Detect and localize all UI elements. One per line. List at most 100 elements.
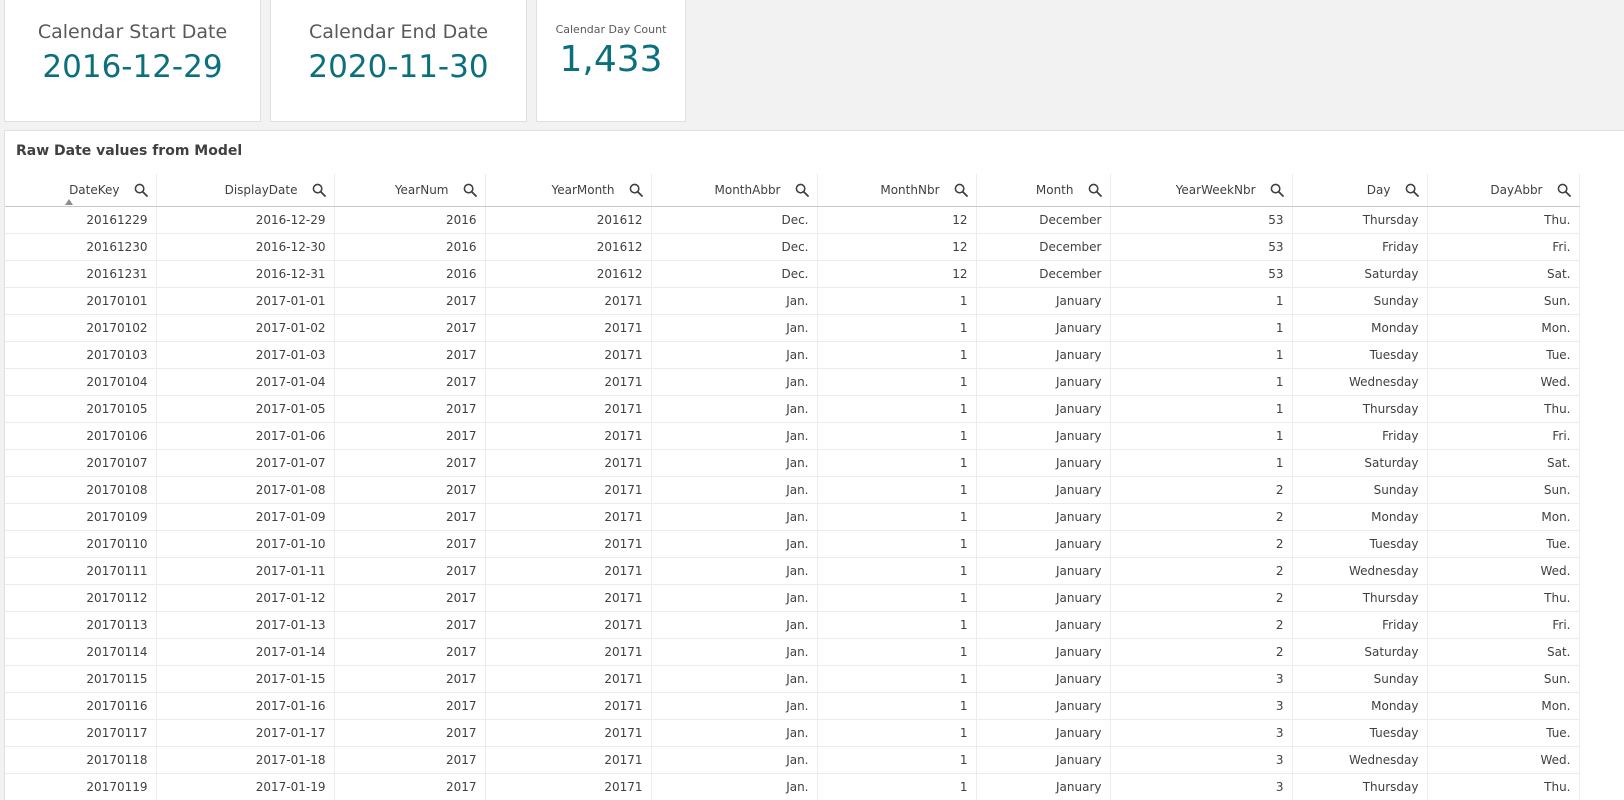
table-cell: Mon. xyxy=(1427,314,1580,342)
table-cell: 20170113 xyxy=(5,611,157,639)
column-header-datekey[interactable]: DateKey xyxy=(5,174,157,207)
table-cell: 2017-01-18 xyxy=(156,746,335,774)
table-row[interactable]: 20170108 2017-01-08 2017 20171 Jan. 1 January 2… xyxy=(5,476,1580,504)
table-cell: Wednesday xyxy=(1292,746,1428,774)
table-cell: 2017 xyxy=(334,584,486,612)
table-row[interactable]: 20161229 2016-12-29 2016 201612 Dec. 12 Decemb… xyxy=(5,206,1580,234)
table-cell: 3 xyxy=(1110,773,1293,800)
table-wrapper[interactable]: DateKey DisplayDate YearNum YearMonth MonthA… xyxy=(5,174,1580,800)
table-cell: 20171 xyxy=(485,368,652,396)
table-cell: 1 xyxy=(817,557,977,585)
table-row[interactable]: 20170102 2017-01-02 2017 20171 Jan. 1 January 1… xyxy=(5,314,1580,342)
column-header-yearweeknbr[interactable]: YearWeekNbr xyxy=(1110,174,1293,207)
table-cell: 2017-01-04 xyxy=(156,368,335,396)
column-header-monthabbr[interactable]: MonthAbbr xyxy=(651,174,818,207)
table-row[interactable]: 20170116 2017-01-16 2017 20171 Jan. 1 January 3… xyxy=(5,692,1580,720)
search-icon[interactable] xyxy=(312,183,326,197)
table-cell: 2 xyxy=(1110,611,1293,639)
table-cell: Wednesday xyxy=(1292,368,1428,396)
column-header-yearnum[interactable]: YearNum xyxy=(334,174,486,207)
search-icon[interactable] xyxy=(795,183,809,197)
table-cell: Jan. xyxy=(651,341,818,369)
table-row[interactable]: 20170109 2017-01-09 2017 20171 Jan. 1 January 2… xyxy=(5,503,1580,531)
table-cell: Tue. xyxy=(1427,341,1580,369)
table-cell: Thursday xyxy=(1292,584,1428,612)
kpi-calendar-end-date[interactable]: Calendar End Date 2020-11-30 xyxy=(270,0,527,122)
kpi-label: Calendar Day Count xyxy=(555,23,667,36)
table-cell: 20171 xyxy=(485,746,652,774)
table-cell: 2017-01-09 xyxy=(156,503,335,531)
table-cell: 2016-12-31 xyxy=(156,260,335,288)
column-header-day[interactable]: Day xyxy=(1292,174,1428,207)
column-header-month[interactable]: Month xyxy=(976,174,1111,207)
table-cell: Jan. xyxy=(651,476,818,504)
search-icon[interactable] xyxy=(1088,183,1102,197)
search-icon[interactable] xyxy=(1557,183,1571,197)
table-row[interactable]: 20170111 2017-01-11 2017 20171 Jan. 1 January 2… xyxy=(5,557,1580,585)
table-cell: December xyxy=(976,233,1111,261)
search-icon[interactable] xyxy=(134,183,148,197)
column-header-label: YearMonth xyxy=(551,182,615,197)
column-header-displaydate[interactable]: DisplayDate xyxy=(156,174,335,207)
table-cell: 1 xyxy=(817,692,977,720)
search-icon[interactable] xyxy=(463,183,477,197)
column-header-monthnbr[interactable]: MonthNbr xyxy=(817,174,977,207)
table-cell: 2017-01-10 xyxy=(156,530,335,558)
table-row[interactable]: 20170117 2017-01-17 2017 20171 Jan. 1 January 3… xyxy=(5,719,1580,747)
table-row[interactable]: 20170112 2017-01-12 2017 20171 Jan. 1 January 2… xyxy=(5,584,1580,612)
search-icon[interactable] xyxy=(629,183,643,197)
search-icon[interactable] xyxy=(954,183,968,197)
table-cell: Sat. xyxy=(1427,638,1580,666)
table-cell: 2017-01-15 xyxy=(156,665,335,693)
table-row[interactable]: 20170113 2017-01-13 2017 20171 Jan. 1 January 2… xyxy=(5,611,1580,639)
kpi-calendar-day-count[interactable]: Calendar Day Count 1,433 xyxy=(536,0,686,122)
table-cell: 2017-01-11 xyxy=(156,557,335,585)
table-row[interactable]: 20170106 2017-01-06 2017 20171 Jan. 1 January 1… xyxy=(5,422,1580,450)
table-row[interactable]: 20170110 2017-01-10 2017 20171 Jan. 1 January 2… xyxy=(5,530,1580,558)
column-header-label: MonthNbr xyxy=(880,182,940,197)
table-cell: Jan. xyxy=(651,530,818,558)
table-cell: 1 xyxy=(817,287,977,315)
table-cell: 2017-01-06 xyxy=(156,422,335,450)
table-cell: Saturday xyxy=(1292,260,1428,288)
table-row[interactable]: 20170103 2017-01-03 2017 20171 Jan. 1 January 1… xyxy=(5,341,1580,369)
table-cell: 2016-12-29 xyxy=(156,206,335,234)
table-body: 20161229 2016-12-29 2016 201612 Dec. 12 Decemb… xyxy=(5,206,1580,800)
table-cell: 2017 xyxy=(334,692,486,720)
table-row[interactable]: 20170107 2017-01-07 2017 20171 Jan. 1 January 1… xyxy=(5,449,1580,477)
column-header-label: YearNum xyxy=(394,182,449,197)
column-header-dayabbr[interactable]: DayAbbr xyxy=(1427,174,1580,207)
table-cell: 20171 xyxy=(485,611,652,639)
table-cell: Sunday xyxy=(1292,476,1428,504)
table-cell: January xyxy=(976,584,1111,612)
table-row[interactable]: 20170119 2017-01-19 2017 20171 Jan. 1 January 3… xyxy=(5,773,1580,800)
table-row[interactable]: 20161231 2016-12-31 2016 201612 Dec. 12 Decemb… xyxy=(5,260,1580,288)
table-cell: 2017 xyxy=(334,773,486,800)
table-row[interactable]: 20170105 2017-01-05 2017 20171 Jan. 1 January 1… xyxy=(5,395,1580,423)
table-cell: Jan. xyxy=(651,422,818,450)
table-cell: 20170114 xyxy=(5,638,157,666)
table-cell: 20171 xyxy=(485,314,652,342)
table-cell: Jan. xyxy=(651,395,818,423)
search-icon[interactable] xyxy=(1270,183,1284,197)
table-row[interactable]: 20161230 2016-12-30 2016 201612 Dec. 12 Decemb… xyxy=(5,233,1580,261)
table-row[interactable]: 20170118 2017-01-18 2017 20171 Jan. 1 January 3… xyxy=(5,746,1580,774)
table-cell: Jan. xyxy=(651,638,818,666)
table-row[interactable]: 20170114 2017-01-14 2017 20171 Jan. 1 January 2… xyxy=(5,638,1580,666)
table-header-row: DateKey DisplayDate YearNum YearMonth MonthA… xyxy=(5,174,1580,207)
table-row[interactable]: 20170101 2017-01-01 2017 20171 Jan. 1 January 1… xyxy=(5,287,1580,315)
table-row[interactable]: 20170104 2017-01-04 2017 20171 Jan. 1 January 1… xyxy=(5,368,1580,396)
table-cell: 20171 xyxy=(485,449,652,477)
table-cell: Thu. xyxy=(1427,773,1580,800)
kpi-calendar-start-date[interactable]: Calendar Start Date 2016-12-29 xyxy=(4,0,261,122)
search-icon[interactable] xyxy=(1405,183,1419,197)
table-cell: 2017 xyxy=(334,341,486,369)
sort-ascending-icon xyxy=(65,198,73,205)
table-cell: 2017-01-12 xyxy=(156,584,335,612)
table-cell: 2017-01-07 xyxy=(156,449,335,477)
table-cell: 3 xyxy=(1110,692,1293,720)
table-cell: Tue. xyxy=(1427,530,1580,558)
table-row[interactable]: 20170115 2017-01-15 2017 20171 Jan. 1 January 3… xyxy=(5,665,1580,693)
column-header-yearmonth[interactable]: YearMonth xyxy=(485,174,652,207)
table-cell: 20170103 xyxy=(5,341,157,369)
